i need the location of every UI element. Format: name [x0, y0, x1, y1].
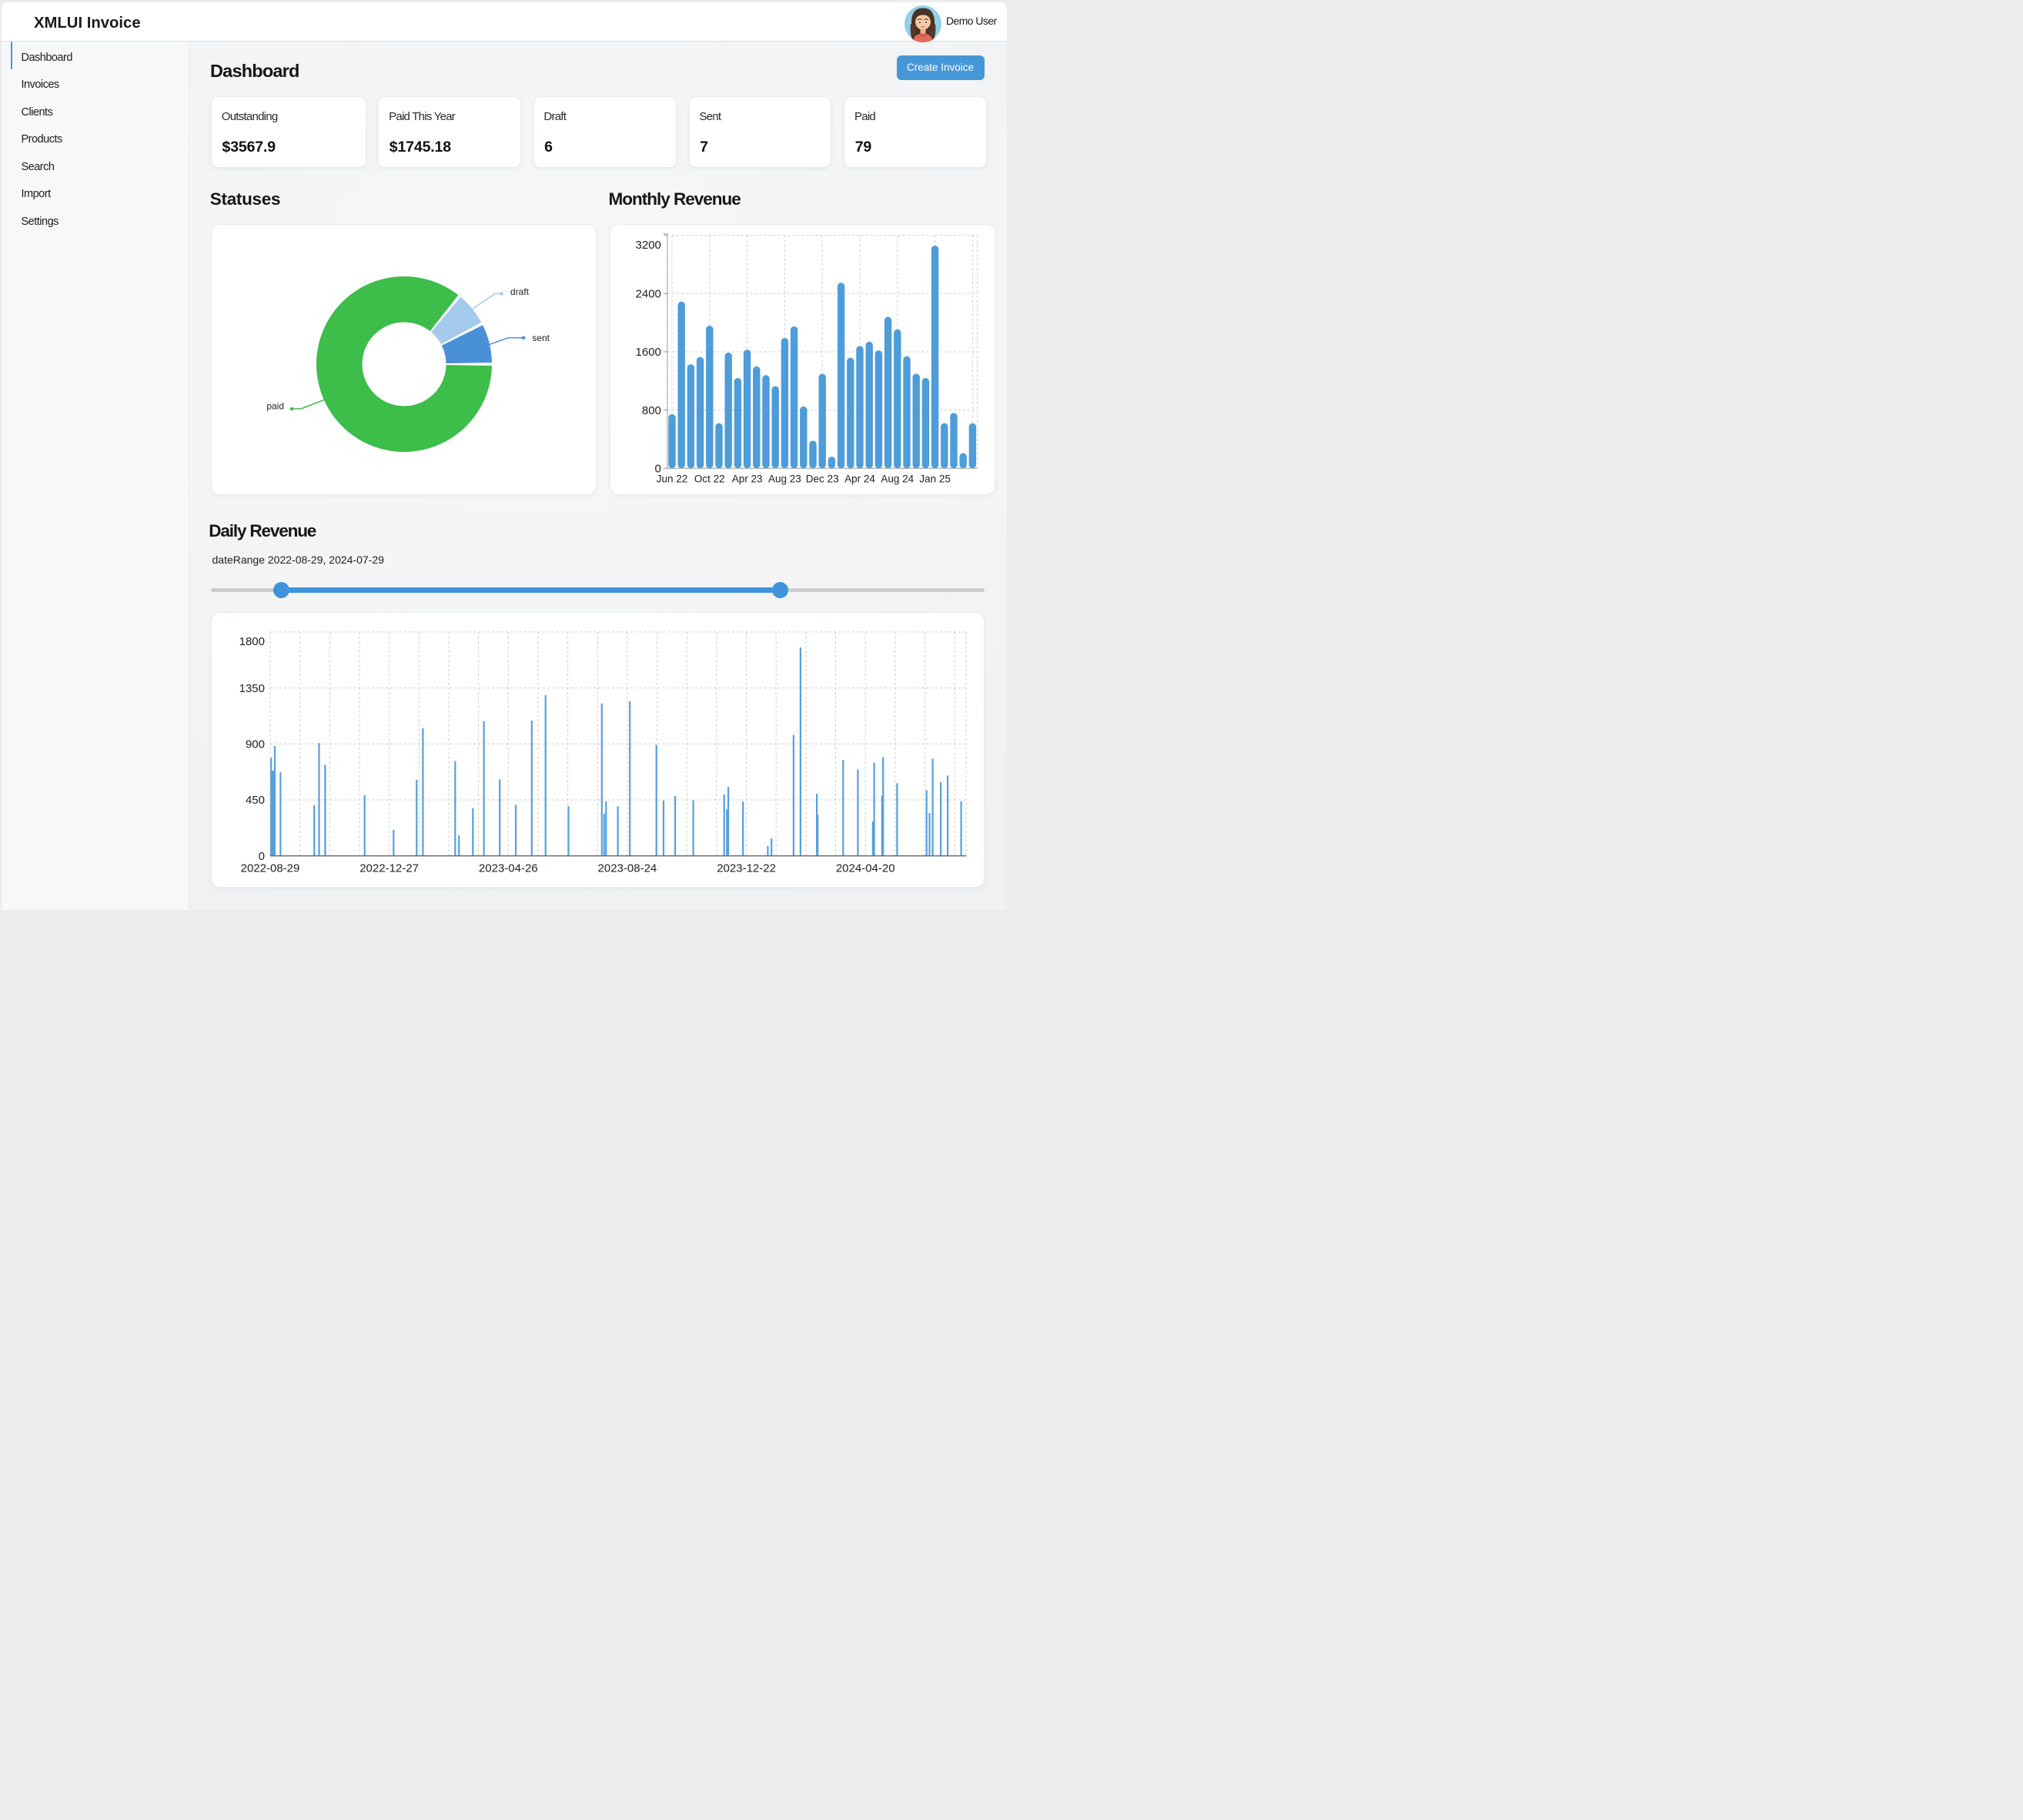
svg-text:Oct 22: Oct 22 — [694, 473, 724, 484]
svg-text:2022-12-27: 2022-12-27 — [359, 862, 419, 875]
svg-text:paid: paid — [266, 401, 284, 412]
svg-text:2023-08-24: 2023-08-24 — [597, 862, 657, 875]
svg-text:0: 0 — [258, 850, 264, 863]
svg-text:Dec 23: Dec 23 — [805, 473, 838, 484]
svg-text:2024-04-20: 2024-04-20 — [835, 862, 894, 875]
svg-text:450: 450 — [246, 794, 265, 807]
svg-text:1800: 1800 — [239, 635, 264, 648]
svg-text:Apr 24: Apr 24 — [844, 473, 875, 484]
svg-text:800: 800 — [641, 404, 660, 417]
svg-text:900: 900 — [246, 738, 265, 751]
svg-text:Jun 22: Jun 22 — [656, 473, 687, 484]
svg-text:2023-12-22: 2023-12-22 — [717, 862, 776, 875]
svg-text:3200: 3200 — [635, 239, 660, 252]
svg-text:draft: draft — [510, 286, 529, 297]
svg-text:2023-04-26: 2023-04-26 — [479, 862, 538, 875]
svg-text:2400: 2400 — [635, 288, 660, 301]
svg-text:Apr 23: Apr 23 — [731, 473, 762, 484]
svg-text:Jan 25: Jan 25 — [919, 473, 951, 484]
svg-text:1600: 1600 — [635, 346, 660, 359]
svg-text:Aug 24: Aug 24 — [881, 473, 914, 484]
svg-text:2022-08-29: 2022-08-29 — [240, 862, 299, 875]
svg-text:Aug 23: Aug 23 — [768, 473, 801, 484]
svg-text:sent: sent — [532, 333, 550, 343]
svg-text:1350: 1350 — [239, 682, 264, 695]
